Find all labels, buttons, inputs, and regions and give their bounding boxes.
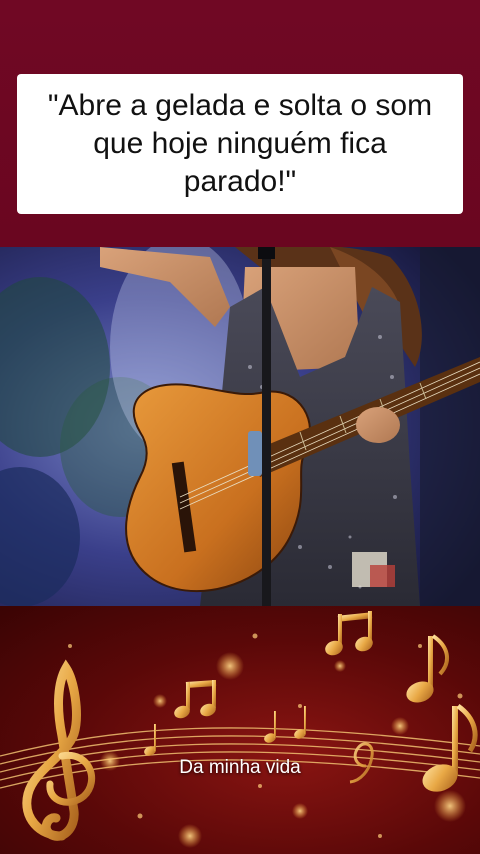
- golden-music-notes-art: [0, 611, 480, 848]
- beamed-notes-icon: [325, 611, 373, 656]
- video-frame[interactable]: [0, 247, 480, 606]
- music-background: [0, 606, 480, 854]
- caption-text: Da minha vida: [179, 757, 301, 778]
- video-post: "Abre a gelada e solta o som que hoje ni…: [0, 0, 480, 854]
- music-note-icon: [406, 634, 450, 703]
- treble-clef-icon: [22, 659, 96, 841]
- performer-image: [0, 247, 480, 606]
- quote-text: "Abre a gelada e solta o som que hoje ni…: [47, 89, 433, 198]
- quote-card: "Abre a gelada e solta o som que hoje ni…: [17, 74, 463, 214]
